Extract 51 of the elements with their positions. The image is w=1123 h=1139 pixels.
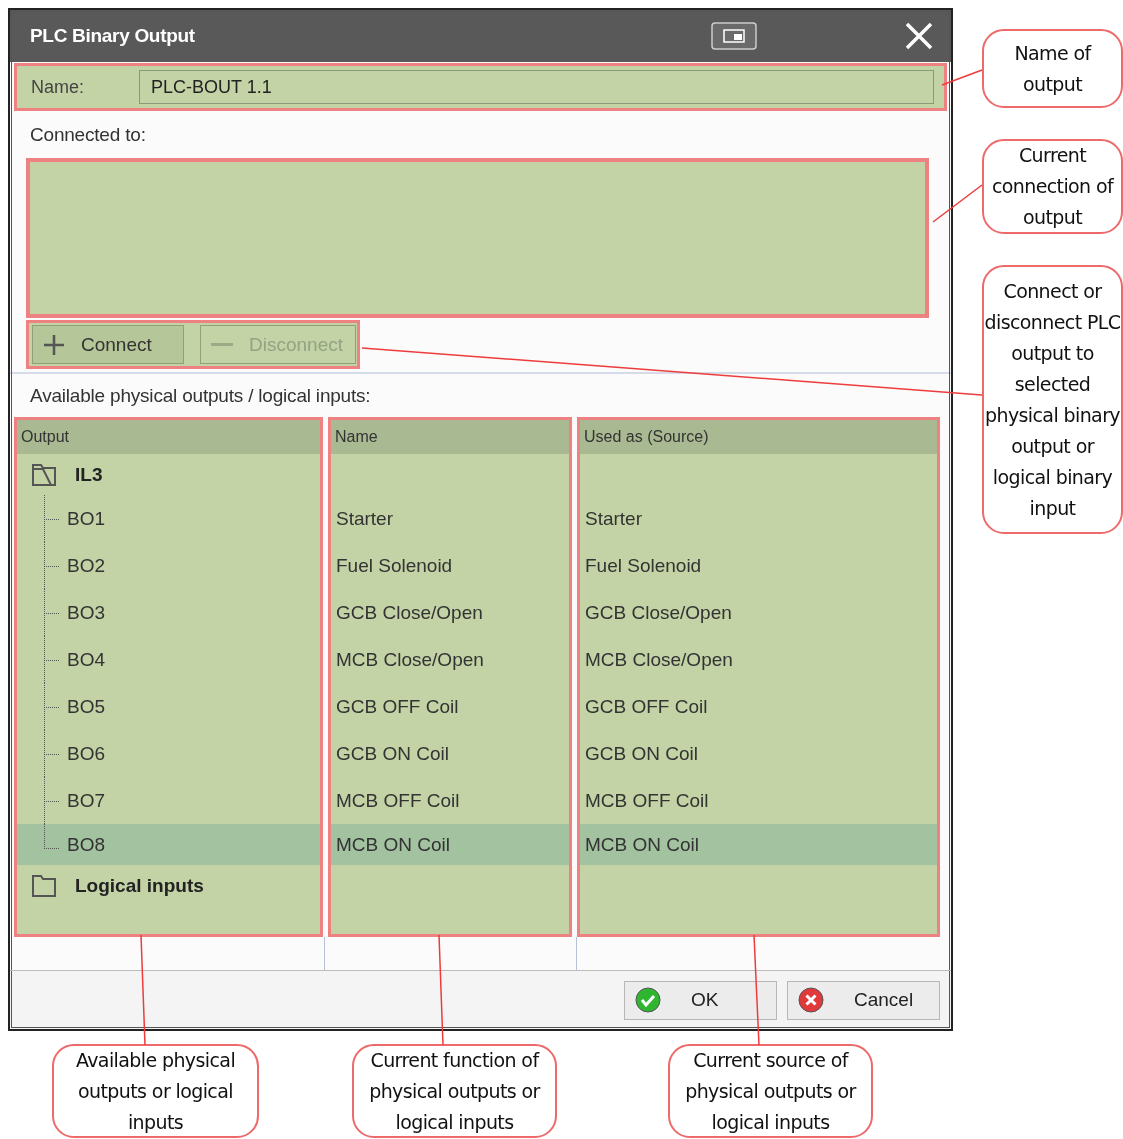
- tree-item[interactable]: BO3: [17, 589, 320, 636]
- column-header[interactable]: Name: [331, 420, 569, 454]
- leader-line: [941, 69, 983, 86]
- column-header[interactable]: Output: [17, 420, 320, 454]
- table-cell: MCB ON Coil: [331, 824, 569, 865]
- close-icon[interactable]: [905, 22, 933, 50]
- table-cell-text: MCB Close/Open: [335, 647, 485, 672]
- table-cell-text: Starter: [335, 506, 395, 531]
- table-cell-text: GCB Close/Open: [584, 600, 733, 625]
- table-cell-text: MCB Close/Open: [584, 647, 734, 672]
- tree-item[interactable]: BO8: [17, 824, 320, 865]
- column-header[interactable]: Used as (Source): [580, 420, 937, 454]
- section-label: Available physical outputs / logical inputs:: [29, 384, 371, 407]
- window-icon[interactable]: [711, 22, 757, 50]
- tree-item[interactable]: BO2: [17, 542, 320, 589]
- table-cell-text: GCB ON Coil: [335, 741, 450, 766]
- callout-note: Available physical outputs or logical inputs: [52, 1044, 259, 1138]
- tree-item[interactable]: BO6: [17, 730, 320, 777]
- section-label: Connected to:: [29, 124, 146, 146]
- cancel-button[interactable]: Cancel: [787, 980, 940, 1020]
- tree-group[interactable]: Logical inputs: [75, 874, 204, 897]
- table-cell-text: MCB OFF Coil: [335, 788, 461, 813]
- minus-icon: [211, 343, 233, 346]
- table-cell: MCB ON Coil: [580, 824, 937, 865]
- tree-item[interactable]: BO5: [17, 683, 320, 730]
- tree-item[interactable]: BO1: [17, 495, 320, 542]
- name-field[interactable]: PLC-BOUT 1.1: [139, 70, 934, 104]
- plus-icon: [43, 333, 65, 356]
- callout-note: Current source of physical outputs or logical inputs: [668, 1044, 873, 1138]
- table-cell-text: GCB OFF Coil: [335, 694, 460, 719]
- callout-note: Connect or disconnect PLC output to selected physical binary output or logical binary input: [982, 265, 1123, 534]
- callout-note: Current function of physical outputs or logical inputs: [352, 1044, 557, 1138]
- table-cell-text: GCB ON Coil: [584, 741, 699, 766]
- tree-item[interactable]: BO7: [17, 777, 320, 824]
- cancel-icon: [798, 987, 824, 1013]
- tree-item[interactable]: BO4: [17, 636, 320, 683]
- table-cell-text: MCB OFF Coil: [584, 788, 710, 813]
- callout-note: Current connection of output: [982, 139, 1123, 234]
- callout-note: Name of output: [982, 29, 1123, 108]
- leader-line: [932, 184, 983, 223]
- check-icon: [635, 987, 661, 1013]
- ok-button[interactable]: OK: [624, 980, 777, 1020]
- field-label: Name:: [31, 76, 85, 98]
- table-cell-text: Fuel Solenoid: [335, 553, 454, 578]
- table-cell-text: Starter: [584, 506, 644, 531]
- tree-group[interactable]: IL3: [75, 463, 103, 486]
- table-cell-text: Fuel Solenoid: [584, 553, 703, 578]
- connect-button[interactable]: Connect: [32, 325, 184, 364]
- window-title: PLC Binary Output: [30, 25, 196, 47]
- table-cell-text: GCB Close/Open: [335, 600, 484, 625]
- table-cell-text: GCB OFF Coil: [584, 694, 709, 719]
